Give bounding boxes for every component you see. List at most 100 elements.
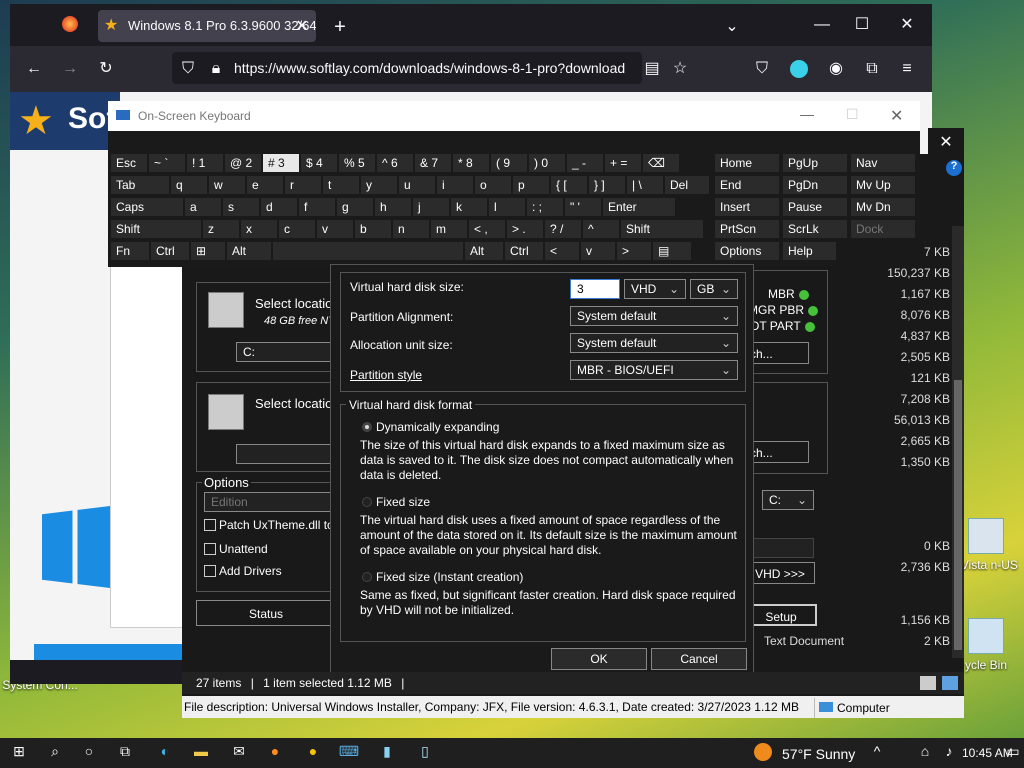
osk-key[interactable]: & 7 bbox=[414, 153, 452, 173]
drivers-checkbox[interactable] bbox=[204, 565, 216, 577]
minimize-icon[interactable]: — bbox=[810, 10, 834, 40]
osk-key[interactable]: o bbox=[474, 175, 512, 195]
tab-active[interactable]: Windows 8.1 Pro 6.3.9600 32/64 bbox=[98, 10, 316, 42]
osk-key[interactable]: % 5 bbox=[338, 153, 376, 173]
osk-key[interactable]: Fn bbox=[110, 241, 150, 261]
tiles-view-icon[interactable] bbox=[942, 676, 958, 690]
tray-chevron-icon[interactable]: ^ bbox=[866, 743, 888, 763]
installer-taskbar-icon[interactable]: ▯ bbox=[414, 743, 436, 763]
extensions-icon[interactable]: ⧉ bbox=[860, 54, 884, 84]
osk-key[interactable]: g bbox=[336, 197, 374, 217]
vhd-size-input[interactable]: 3 bbox=[570, 279, 620, 299]
install-drive-input[interactable]: C: bbox=[236, 342, 336, 362]
reload-icon[interactable]: ↻ bbox=[94, 54, 118, 84]
osk-key[interactable]: ⌫ bbox=[642, 153, 680, 173]
cortana-icon[interactable]: ○ bbox=[78, 743, 100, 763]
osk-key[interactable]: < bbox=[544, 241, 580, 261]
osk-key[interactable]: ) 0 bbox=[528, 153, 566, 173]
osk-key[interactable]: ^ 6 bbox=[376, 153, 414, 173]
osk-nav-key[interactable]: PrtScn bbox=[714, 219, 780, 239]
dynamic-radio[interactable] bbox=[362, 422, 372, 432]
osk-key[interactable]: c bbox=[278, 219, 316, 239]
task-view-icon[interactable]: ⧉ bbox=[114, 743, 136, 763]
weather-text[interactable]: 57°F Sunny bbox=[782, 746, 855, 762]
osk-key[interactable]: | \ bbox=[626, 175, 664, 195]
osk-key[interactable]: Caps bbox=[110, 197, 184, 217]
reader-icon[interactable]: ▤ bbox=[640, 54, 664, 84]
osk-key[interactable]: Shift bbox=[110, 219, 202, 239]
setup-button[interactable]: Setup bbox=[745, 604, 817, 626]
osk-key[interactable]: l bbox=[488, 197, 526, 217]
osk-key[interactable]: ⊞ bbox=[190, 241, 226, 261]
search-button-2[interactable]: ch... bbox=[745, 441, 809, 463]
osk-key[interactable]: f bbox=[298, 197, 336, 217]
osk-nav-key[interactable]: End bbox=[714, 175, 780, 195]
osk-nav-key[interactable]: Pause bbox=[782, 197, 848, 217]
osk-key[interactable]: m bbox=[430, 219, 468, 239]
osk-nav-key[interactable]: Mv Up bbox=[850, 175, 916, 195]
app-taskbar-icon[interactable]: ▮ bbox=[376, 743, 398, 763]
osk-nav-key[interactable]: PgUp bbox=[782, 153, 848, 173]
vhd-type-select[interactable]: VHD ⌄ bbox=[624, 279, 686, 299]
vhd-button[interactable]: VHD >>> bbox=[745, 562, 815, 584]
osk-key[interactable]: ! 1 bbox=[186, 153, 224, 173]
scrollbar-thumb[interactable] bbox=[954, 380, 962, 650]
unattend-checkbox[interactable] bbox=[204, 543, 216, 555]
mail-icon[interactable]: ✉ bbox=[228, 743, 250, 763]
vpn-icon[interactable] bbox=[790, 60, 808, 78]
osk-key[interactable]: v bbox=[316, 219, 354, 239]
osk-key[interactable]: y bbox=[360, 175, 398, 195]
osk-nav-key[interactable]: Mv Dn bbox=[850, 197, 916, 217]
partition-style-link[interactable]: Partition style bbox=[350, 368, 422, 382]
osk-key[interactable]: + = bbox=[604, 153, 642, 173]
new-tab-icon[interactable]: + bbox=[328, 12, 352, 42]
osk-key[interactable]: q bbox=[170, 175, 208, 195]
drive-letter-select[interactable]: C: ⌄ bbox=[762, 490, 814, 510]
menu-icon[interactable]: ≡ bbox=[895, 54, 919, 84]
details-view-icon[interactable] bbox=[920, 676, 936, 690]
osk-nav-key[interactable]: PgDn bbox=[782, 175, 848, 195]
osk-key[interactable]: > . bbox=[506, 219, 544, 239]
chrome-icon[interactable]: ● bbox=[302, 743, 324, 763]
osk-key[interactable]: @ 2 bbox=[224, 153, 262, 173]
close-tab-icon[interactable]: ✕ bbox=[292, 12, 312, 42]
osk-key[interactable]: # 3 bbox=[262, 153, 300, 173]
osk-key[interactable]: } ] bbox=[588, 175, 626, 195]
osk-key[interactable]: h bbox=[374, 197, 412, 217]
lock-icon[interactable]: 🔒︎ bbox=[204, 54, 228, 84]
osk-minimize-icon[interactable]: — bbox=[800, 106, 814, 122]
osk-key[interactable]: ~ ` bbox=[148, 153, 186, 173]
osk-key[interactable]: w bbox=[208, 175, 246, 195]
osk-key[interactable]: a bbox=[184, 197, 222, 217]
osk-key[interactable]: d bbox=[260, 197, 298, 217]
close-window-icon[interactable]: ✕ bbox=[895, 10, 919, 40]
search-button-1[interactable]: ch... bbox=[745, 342, 809, 364]
url-bar[interactable]: https://www.softlay.com/downloads/window… bbox=[172, 52, 642, 84]
osk-key[interactable]: k bbox=[450, 197, 488, 217]
back-icon[interactable]: ← bbox=[22, 54, 46, 84]
osk-key[interactable]: { [ bbox=[550, 175, 588, 195]
edge-icon[interactable]: ◐ bbox=[154, 743, 176, 763]
osk-maximize-icon[interactable]: ☐ bbox=[846, 106, 859, 123]
osk-key[interactable]: i bbox=[436, 175, 474, 195]
pocket-icon[interactable]: ⛉ bbox=[750, 54, 774, 84]
osk-key[interactable]: v bbox=[580, 241, 616, 261]
firefox-taskbar-icon[interactable]: ● bbox=[264, 743, 286, 763]
account-icon[interactable]: ◉ bbox=[824, 54, 848, 84]
cancel-button[interactable]: Cancel bbox=[651, 648, 747, 670]
osk-nav-key[interactable]: Insert bbox=[714, 197, 780, 217]
osk-key[interactable]: Ctrl bbox=[150, 241, 190, 261]
osk-key[interactable]: n bbox=[392, 219, 430, 239]
osk-key[interactable]: * 8 bbox=[452, 153, 490, 173]
osk-key[interactable]: : ; bbox=[526, 197, 564, 217]
alignment-select[interactable]: System default ⌄ bbox=[570, 306, 738, 326]
osk-key[interactable]: t bbox=[322, 175, 360, 195]
osk-key[interactable]: Shift bbox=[620, 219, 704, 239]
allocation-select[interactable]: System default ⌄ bbox=[570, 333, 738, 353]
osk-key[interactable]: z bbox=[202, 219, 240, 239]
file-explorer-icon[interactable]: ▬ bbox=[190, 743, 212, 763]
maximize-icon[interactable]: ☐ bbox=[850, 10, 874, 40]
shield-icon[interactable]: ⛉ bbox=[176, 54, 200, 84]
edition-select[interactable]: Edition bbox=[204, 492, 334, 512]
osk-key[interactable]: _ - bbox=[566, 153, 604, 173]
